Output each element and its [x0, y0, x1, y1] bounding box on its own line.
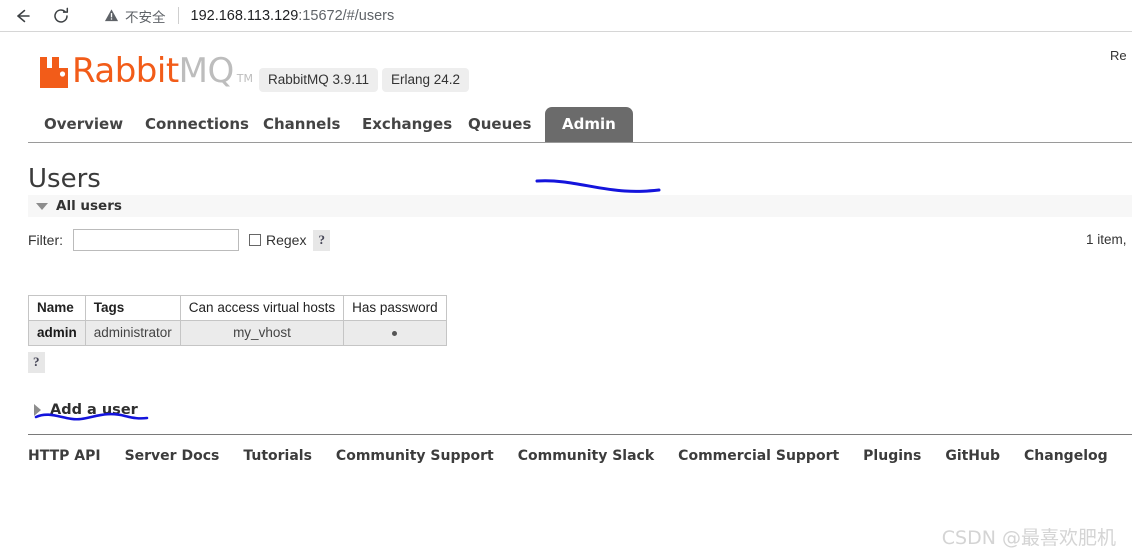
annotation-underline-admin [535, 179, 661, 193]
users-table: Name Tags Can access virtual hosts Has p… [28, 295, 447, 346]
rabbitmq-wordmark: RabbitMQ [72, 54, 234, 88]
footer-link-http-api[interactable]: HTTP API [28, 448, 101, 464]
tab-exchanges[interactable]: Exchanges [352, 107, 462, 142]
refresh-status: Re [1110, 48, 1127, 63]
url-path: :15672/#/users [298, 7, 395, 24]
users-table-head: Name Tags Can access virtual hosts Has p… [28, 295, 447, 321]
section-label: All users [56, 198, 122, 214]
chevron-down-icon [36, 202, 48, 210]
security-label: 不安全 [125, 9, 166, 26]
warning-triangle-icon [104, 9, 119, 22]
security-status-chip[interactable]: 不安全 [104, 6, 166, 26]
badge-rabbitmq-version: RabbitMQ 3.9.11 [259, 68, 379, 92]
cell-user-name[interactable]: admin [28, 320, 86, 346]
tab-admin[interactable]: Admin [545, 107, 633, 142]
cell-user-has-password [343, 320, 447, 346]
reload-icon [54, 7, 69, 23]
filter-label: Filter: [28, 232, 63, 248]
footer-links: HTTP API Server Docs Tutorials Community… [28, 444, 1132, 468]
app-header: RabbitMQ TM RabbitMQ 3.9.11 Erlang 24.2 … [0, 32, 1132, 104]
has-password-dot-icon [392, 330, 398, 336]
url-text: 192.168.113.129:15672/#/users [191, 8, 395, 24]
add-user-label: Add a user [50, 402, 138, 418]
footer-divider [28, 434, 1132, 435]
filter-input[interactable] [73, 229, 239, 251]
footer-link-community-slack[interactable]: Community Slack [518, 448, 654, 464]
cell-user-vhosts: my_vhost [179, 320, 345, 346]
tab-queues[interactable]: Queues [458, 107, 541, 142]
logo-trademark: TM [236, 72, 253, 85]
tab-overview[interactable]: Overview [34, 107, 133, 142]
section-header-add-a-user[interactable]: Add a user [34, 402, 138, 418]
users-table-body: admin administrator my_vhost [28, 320, 447, 346]
chevron-right-icon [34, 404, 41, 416]
page-title: Users [28, 164, 101, 194]
footer-link-commercial-support[interactable]: Commercial Support [678, 448, 839, 464]
column-header-tags[interactable]: Tags [84, 295, 181, 321]
url-host: 192.168.113.129 [190, 7, 299, 24]
footer-link-plugins[interactable]: Plugins [863, 448, 921, 464]
address-bar[interactable]: 不安全 192.168.113.129:15672/#/users [92, 2, 1132, 29]
logo-word-mq: MQ [178, 51, 235, 91]
column-header-has-password[interactable]: Has password [343, 295, 447, 321]
table-header-row: Name Tags Can access virtual hosts Has p… [28, 295, 447, 321]
regex-label: Regex [266, 232, 307, 248]
back-button[interactable] [6, 2, 40, 30]
filter-row: Filter: Regex ? [28, 227, 1132, 253]
rabbitmq-logo-icon [40, 57, 68, 88]
regex-help-button[interactable]: ? [313, 229, 330, 251]
section-header-all-users[interactable]: All users [28, 195, 1132, 217]
badge-erlang-version: Erlang 24.2 [382, 68, 470, 92]
footer-link-tutorials[interactable]: Tutorials [243, 448, 312, 464]
logo-word-rabbit: Rabbit [72, 51, 179, 91]
reload-button[interactable] [44, 2, 78, 30]
rabbitmq-logo[interactable]: RabbitMQ TM [38, 54, 253, 88]
footer-link-github[interactable]: GitHub [945, 448, 1000, 464]
column-header-vhosts[interactable]: Can access virtual hosts [179, 295, 345, 321]
footer-link-changelog[interactable]: Changelog [1024, 448, 1108, 464]
item-count-label: 1 item, [1086, 232, 1127, 247]
back-arrow-icon [17, 9, 30, 22]
column-header-name[interactable]: Name [28, 295, 86, 321]
omnibox-divider [177, 7, 179, 24]
browser-toolbar: 不安全 192.168.113.129:15672/#/users [0, 0, 1132, 31]
tab-connections[interactable]: Connections [135, 107, 259, 142]
tab-channels[interactable]: Channels [253, 107, 350, 142]
footer-link-server-docs[interactable]: Server Docs [125, 448, 220, 464]
regex-checkbox[interactable] [249, 234, 261, 246]
footer-link-community-support[interactable]: Community Support [336, 448, 494, 464]
rabbitmq-management-page: RabbitMQ TM RabbitMQ 3.9.11 Erlang 24.2 … [0, 32, 1132, 556]
cell-user-tags: administrator [84, 320, 181, 346]
nav-underline [28, 142, 1132, 143]
main-navigation: Overview Connections Channels Exchanges … [0, 104, 1132, 142]
table-row[interactable]: admin administrator my_vhost [28, 320, 447, 346]
table-help-button[interactable]: ? [28, 352, 45, 373]
watermark: CSDN @最喜欢肥机 [941, 527, 1116, 549]
